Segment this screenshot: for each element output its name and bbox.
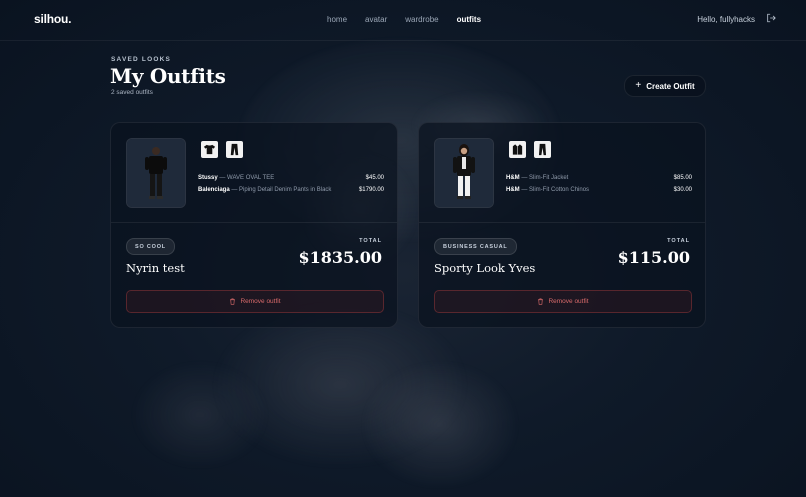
item-name: Piping Detail Denim Pants in Black <box>239 187 332 193</box>
avatar-model-image <box>126 138 186 208</box>
item-price: $30.00 <box>673 187 692 193</box>
pants-icon[interactable] <box>534 141 551 158</box>
item-brand: Stussy <box>198 175 218 181</box>
outfit-name: Nyrin test <box>126 261 185 275</box>
section-eyebrow: SAVED LOOKS <box>111 56 172 63</box>
create-outfit-button[interactable]: + Create Outfit <box>624 75 706 97</box>
outfit-tag: SO COOL <box>126 238 175 255</box>
item-name: Slim-Fit Cotton Chinos <box>529 187 590 193</box>
item-thumbnails <box>509 141 551 158</box>
item-name: Slim-Fit Jacket <box>529 175 569 181</box>
item-brand: H&M <box>506 187 520 193</box>
tshirt-icon[interactable] <box>201 141 218 158</box>
total-value: $115.00 <box>617 248 690 267</box>
item-price: $45.00 <box>365 175 384 181</box>
outfit-item-list: H&M — Slim-Fit Jacket $85.00 H&M — Slim-… <box>506 172 692 196</box>
item-thumbnails <box>201 141 243 158</box>
item-price: $1790.00 <box>358 187 384 193</box>
trash-icon <box>538 298 544 305</box>
outfit-card-preview: Stussy — WAVE OVAL TEE $45.00 Balenciaga… <box>111 123 397 223</box>
list-item: H&M — Slim-Fit Jacket $85.00 <box>506 172 692 184</box>
outfit-card-preview: H&M — Slim-Fit Jacket $85.00 H&M — Slim-… <box>419 123 705 223</box>
outfit-item-list: Stussy — WAVE OVAL TEE $45.00 Balenciaga… <box>198 172 384 196</box>
user-greeting: Hello, fullyhacks <box>697 15 755 24</box>
list-item: Stussy — WAVE OVAL TEE $45.00 <box>198 172 384 184</box>
outfit-card: Stussy — WAVE OVAL TEE $45.00 Balenciaga… <box>110 122 398 328</box>
nav-links: home avatar wardrobe outfits <box>327 15 481 24</box>
avatar-model-image <box>434 138 494 208</box>
outfit-name: Sporty Look Yves <box>434 261 536 275</box>
item-brand: H&M <box>506 175 520 181</box>
outfit-card: H&M — Slim-Fit Jacket $85.00 H&M — Slim-… <box>418 122 706 328</box>
total-value: $1835.00 <box>298 248 383 267</box>
item-brand: Balenciaga <box>198 187 230 193</box>
list-item: Balenciaga — Piping Detail Denim Pants i… <box>198 184 384 196</box>
logo[interactable]: silhou. <box>34 12 71 26</box>
logout-icon[interactable] <box>766 13 776 23</box>
total-label: TOTAL <box>359 238 382 244</box>
outfit-tag: BUSINESS CASUAL <box>434 238 517 255</box>
remove-outfit-button[interactable]: Remove outfit <box>126 290 384 313</box>
nav-link-outfits[interactable]: outfits <box>457 15 481 24</box>
nav-link-home[interactable]: home <box>327 15 347 24</box>
top-nav: silhou. home avatar wardrobe outfits Hel… <box>0 0 806 41</box>
nav-link-wardrobe[interactable]: wardrobe <box>405 15 438 24</box>
nav-link-avatar[interactable]: avatar <box>365 15 387 24</box>
item-price: $85.00 <box>673 175 692 181</box>
item-name: WAVE OVAL TEE <box>227 175 275 181</box>
create-outfit-label: Create Outfit <box>646 81 695 91</box>
remove-outfit-button[interactable]: Remove outfit <box>434 290 692 313</box>
remove-outfit-label: Remove outfit <box>548 298 589 305</box>
outfit-count: 2 saved outfits <box>111 89 153 96</box>
page-title: My Outfits <box>110 64 226 88</box>
list-item: H&M — Slim-Fit Cotton Chinos $30.00 <box>506 184 692 196</box>
plus-icon: + <box>635 80 642 91</box>
total-label: TOTAL <box>667 238 690 244</box>
remove-outfit-label: Remove outfit <box>240 298 281 305</box>
pants-icon[interactable] <box>226 141 243 158</box>
trash-icon <box>230 298 236 305</box>
jacket-icon[interactable] <box>509 141 526 158</box>
